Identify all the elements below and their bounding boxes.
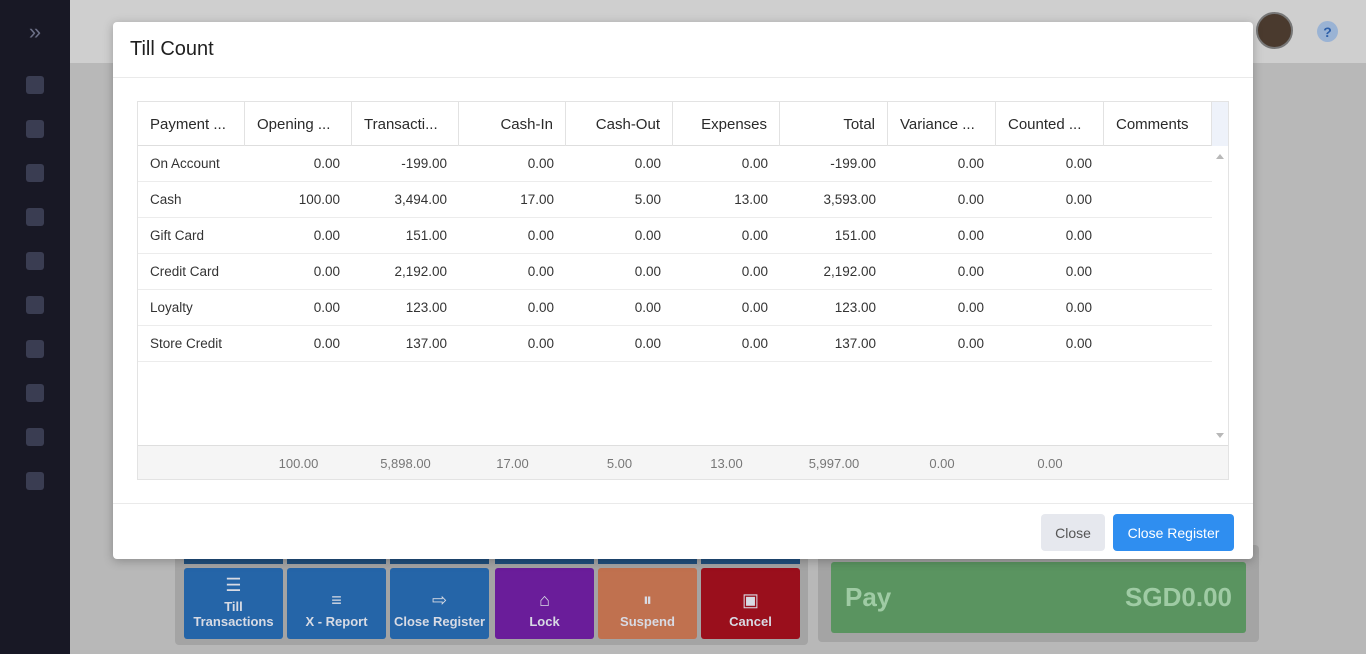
- table-cell: 0.00: [741, 300, 768, 315]
- column-header[interactable]: Expenses: [673, 102, 780, 146]
- table-cell: 0.00: [634, 264, 661, 279]
- modal-footer: Close Close Register: [113, 503, 1253, 559]
- table-cell: 0.00: [527, 156, 554, 171]
- table-cell: 0.00: [957, 264, 984, 279]
- table-cell: 0.00: [313, 228, 340, 243]
- total-cell: 17.00: [496, 455, 529, 471]
- table-cell[interactable]: 0.00: [996, 254, 1104, 289]
- table-cell: Loyalty: [150, 300, 193, 315]
- table-cell[interactable]: 0.00: [996, 146, 1104, 181]
- column-header[interactable]: Payment ...: [138, 102, 245, 146]
- table-cell: 0.00: [634, 300, 661, 315]
- table-cell: 0.00: [527, 228, 554, 243]
- table-cell: 5.00: [634, 192, 661, 207]
- table-row[interactable]: Credit Card 0.00 2,192.00 0.00 0.00 0.00 2,192…: [138, 254, 1212, 290]
- table-cell[interactable]: [1104, 254, 1212, 289]
- table-cell: 0.00: [313, 336, 340, 351]
- total-cell: 5.00: [606, 455, 633, 471]
- table-cell: Gift Card: [150, 228, 205, 243]
- column-header[interactable]: Transacti...: [352, 102, 459, 146]
- total-cell: 100.00: [278, 455, 319, 471]
- table-cell: 0.00: [957, 192, 984, 207]
- table-cell[interactable]: [1104, 290, 1212, 325]
- table-cell: 0.00: [313, 300, 340, 315]
- table-cell: 0.00: [957, 300, 984, 315]
- table-cell: 100.00: [298, 192, 340, 207]
- column-header[interactable]: Total: [780, 102, 888, 146]
- table-cell: 123.00: [405, 300, 447, 315]
- table-cell[interactable]: 0.00: [996, 182, 1104, 217]
- table-cell[interactable]: 0.00: [996, 290, 1104, 325]
- table-cell: 0.00: [741, 264, 768, 279]
- table-cell: 0.00: [634, 228, 661, 243]
- table-row[interactable]: Store Credit 0.00 137.00 0.00 0.00 0.00 137.00…: [138, 326, 1212, 362]
- header-filler: [1212, 102, 1228, 146]
- table-cell[interactable]: 0.00: [996, 218, 1104, 253]
- table-cell: 0.00: [527, 336, 554, 351]
- table-cell: 13.00: [734, 192, 768, 207]
- table-cell: 0.00: [957, 156, 984, 171]
- grid-header: Payment ... Opening ... Transacti... Cash-I…: [138, 102, 1228, 146]
- column-header[interactable]: Opening ...: [245, 102, 352, 146]
- table-cell: Credit Card: [150, 264, 220, 279]
- table-cell: Cash: [150, 192, 182, 207]
- column-header[interactable]: Cash-Out: [566, 102, 673, 146]
- table-cell: Store Credit: [150, 336, 223, 351]
- total-cell: [1104, 446, 1212, 480]
- till-count-grid: Payment ... Opening ... Transacti... Cash-I…: [137, 101, 1229, 480]
- table-cell: 17.00: [520, 192, 554, 207]
- total-cell: 0.00: [929, 455, 955, 471]
- table-cell: 0.00: [634, 156, 661, 171]
- table-cell: 0.00: [527, 300, 554, 315]
- close-button[interactable]: Close: [1041, 514, 1105, 551]
- scroll-up-icon[interactable]: [1216, 154, 1224, 159]
- table-cell: 3,593.00: [823, 192, 876, 207]
- modal-title: Till Count: [113, 22, 1253, 78]
- table-cell: 2,192.00: [823, 264, 876, 279]
- table-cell: 123.00: [834, 300, 876, 315]
- table-cell: 0.00: [313, 156, 340, 171]
- table-cell: 151.00: [834, 228, 876, 243]
- grid-body: On Account 0.00 -199.00 0.00 0.00 0.00 -199.00…: [138, 146, 1228, 362]
- table-cell[interactable]: 0.00: [996, 326, 1104, 361]
- grid-scrollbar[interactable]: [1212, 146, 1228, 446]
- table-cell[interactable]: [1104, 218, 1212, 253]
- column-header[interactable]: Cash-In: [459, 102, 566, 146]
- table-cell: 137.00: [405, 336, 447, 351]
- table-cell[interactable]: [1104, 146, 1212, 181]
- table-cell: 0.00: [313, 264, 340, 279]
- table-cell: 0.00: [634, 336, 661, 351]
- table-cell: 0.00: [527, 264, 554, 279]
- total-cell: 5,997.00: [808, 455, 860, 471]
- total-cell: 0.00: [1037, 455, 1063, 471]
- table-cell: 0.00: [741, 336, 768, 351]
- total-cell: 13.00: [710, 455, 743, 471]
- table-cell: -199.00: [830, 156, 876, 171]
- column-header[interactable]: Comments: [1104, 102, 1212, 146]
- table-row[interactable]: Cash 100.00 3,494.00 17.00 5.00 13.00 3,593.00…: [138, 182, 1212, 218]
- table-cell: -199.00: [401, 156, 447, 171]
- table-cell: 3,494.00: [394, 192, 447, 207]
- table-cell: 0.00: [741, 228, 768, 243]
- table-row[interactable]: Loyalty 0.00 123.00 0.00 0.00 0.00 123.00 0.00 0…: [138, 290, 1212, 326]
- total-cell: [138, 446, 245, 480]
- table-row[interactable]: Gift Card 0.00 151.00 0.00 0.00 0.00 151.00 0.0…: [138, 218, 1212, 254]
- table-cell: 2,192.00: [394, 264, 447, 279]
- column-header[interactable]: Variance ...: [888, 102, 996, 146]
- table-cell[interactable]: [1104, 182, 1212, 217]
- till-count-modal: Till Count Payment ... Opening ... Transac…: [113, 22, 1253, 559]
- table-cell: 0.00: [741, 156, 768, 171]
- table-cell: 0.00: [957, 228, 984, 243]
- grid-totals-row: 100.00 5,898.00 17.00 5.00 13.00 5,997.00 0.00…: [138, 445, 1228, 479]
- table-row[interactable]: On Account 0.00 -199.00 0.00 0.00 0.00 -199.00…: [138, 146, 1212, 182]
- table-cell: 137.00: [834, 336, 876, 351]
- table-cell: 151.00: [405, 228, 447, 243]
- table-cell: On Account: [150, 156, 220, 171]
- scroll-down-icon[interactable]: [1216, 433, 1224, 438]
- table-cell: 0.00: [957, 336, 984, 351]
- table-cell[interactable]: [1104, 326, 1212, 361]
- column-header[interactable]: Counted ...: [996, 102, 1104, 146]
- total-cell: 5,898.00: [380, 455, 431, 471]
- close-register-button[interactable]: Close Register: [1113, 514, 1234, 551]
